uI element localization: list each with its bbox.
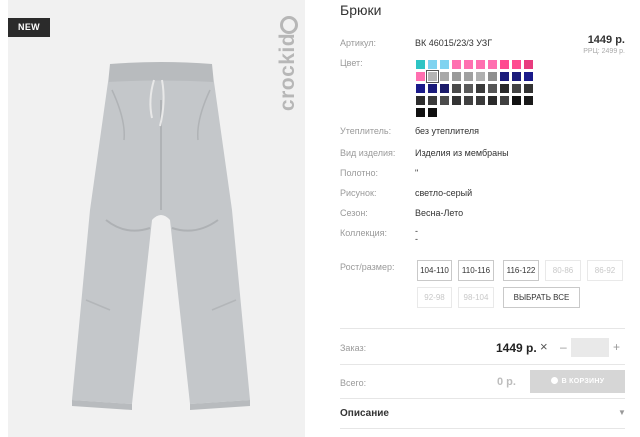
rrp-price: РРЦ: 2499 р. xyxy=(583,48,625,55)
color-swatch[interactable] xyxy=(512,72,521,81)
color-swatch[interactable] xyxy=(512,96,521,105)
article-value: ВК 46015/23/3 УЗГ xyxy=(415,38,493,48)
color-swatch[interactable] xyxy=(488,96,497,105)
total-value: 0 р. xyxy=(497,376,516,388)
color-swatch[interactable] xyxy=(464,96,473,105)
color-swatch[interactable] xyxy=(476,84,485,93)
product-photo[interactable]: NEW crockid xyxy=(8,0,305,437)
order-label: Заказ: xyxy=(340,343,367,353)
color-swatch[interactable] xyxy=(416,60,425,69)
size-option-80-86[interactable]: 80-86 xyxy=(545,260,581,281)
color-swatch[interactable] xyxy=(476,72,485,81)
color-swatch[interactable] xyxy=(464,84,473,93)
size-option-104-110[interactable]: 104-110 xyxy=(417,260,452,281)
color-swatch[interactable] xyxy=(488,72,497,81)
times-icon: × xyxy=(540,339,548,354)
collection-value-2: - xyxy=(415,234,418,244)
quantity-input[interactable] xyxy=(571,338,609,357)
fabric-value: " xyxy=(415,168,419,178)
color-swatch[interactable] xyxy=(426,70,439,83)
type-value: Изделия из мембраны xyxy=(415,148,509,158)
order-price: 1449 р. xyxy=(496,341,537,355)
insulation-value: без утеплителя xyxy=(415,126,480,136)
color-swatch[interactable] xyxy=(440,60,449,69)
color-swatch[interactable] xyxy=(452,72,461,81)
color-swatch[interactable] xyxy=(524,72,533,81)
size-option-86-92[interactable]: 86-92 xyxy=(587,260,623,281)
color-swatch[interactable] xyxy=(524,84,533,93)
color-swatch[interactable] xyxy=(464,60,473,69)
size-option-110-116[interactable]: 110-116 xyxy=(458,260,494,281)
chevron-down-icon[interactable]: ▼ xyxy=(618,408,626,417)
color-swatch[interactable] xyxy=(512,60,521,69)
size-option-98-104[interactable]: 98-104 xyxy=(458,287,494,308)
plus-icon[interactable]: + xyxy=(613,340,620,354)
color-swatch[interactable] xyxy=(524,60,533,69)
color-swatch[interactable] xyxy=(416,84,425,93)
select-all-sizes-button[interactable]: ВЫБРАТЬ ВСЕ xyxy=(503,287,580,308)
color-swatch[interactable] xyxy=(500,84,509,93)
description-toggle[interactable]: Описание xyxy=(340,408,389,419)
color-swatch[interactable] xyxy=(488,60,497,69)
color-swatch[interactable] xyxy=(428,84,437,93)
collection-label: Коллекция: xyxy=(340,228,388,238)
color-swatch[interactable] xyxy=(464,72,473,81)
total-label: Всего: xyxy=(340,378,367,388)
color-swatch[interactable] xyxy=(440,96,449,105)
cart-icon xyxy=(550,377,558,384)
color-swatch[interactable] xyxy=(476,96,485,105)
color-swatch[interactable] xyxy=(452,96,461,105)
new-badge: NEW xyxy=(8,18,50,37)
fabric-label: Полотно: xyxy=(340,168,379,178)
product-info: Брюки Артикул: ВК 46015/23/3 УЗГ 1449 р.… xyxy=(340,0,640,437)
color-swatch[interactable] xyxy=(500,60,509,69)
color-swatch[interactable] xyxy=(428,108,437,117)
color-swatch[interactable] xyxy=(416,96,425,105)
color-swatch[interactable] xyxy=(428,96,437,105)
add-to-cart-button[interactable]: В КОРЗИНУ xyxy=(530,370,625,393)
add-to-cart-label: В КОРЗИНУ xyxy=(561,378,605,385)
color-swatch[interactable] xyxy=(440,72,449,81)
color-swatch[interactable] xyxy=(416,72,425,81)
product-title: Брюки xyxy=(340,2,382,18)
color-swatch[interactable] xyxy=(488,84,497,93)
color-swatch[interactable] xyxy=(500,72,509,81)
color-swatch[interactable] xyxy=(416,108,425,117)
season-value: Весна-Лето xyxy=(415,208,464,218)
color-swatches xyxy=(416,60,536,117)
divider xyxy=(340,328,625,329)
size-label: Рост/размер: xyxy=(340,262,395,272)
pattern-value: светло-серый xyxy=(415,188,473,198)
divider xyxy=(340,428,625,429)
pants-image xyxy=(72,62,250,410)
color-swatch[interactable] xyxy=(476,60,485,69)
article-label: Артикул: xyxy=(340,38,377,48)
insulation-label: Утеплитель: xyxy=(340,126,392,136)
color-swatch[interactable] xyxy=(452,60,461,69)
product-price: 1449 р. xyxy=(587,34,625,46)
size-option-92-98[interactable]: 92-98 xyxy=(417,287,452,308)
minus-icon[interactable]: – xyxy=(560,340,567,354)
pattern-label: Рисунок: xyxy=(340,188,377,198)
color-swatch[interactable] xyxy=(512,84,521,93)
brand-logo: crockid xyxy=(268,14,305,126)
brand-logo-text: crockid xyxy=(276,32,299,112)
color-swatch[interactable] xyxy=(452,84,461,93)
color-swatch[interactable] xyxy=(440,84,449,93)
color-swatch[interactable] xyxy=(428,60,437,69)
color-swatch[interactable] xyxy=(500,96,509,105)
divider xyxy=(340,398,625,399)
size-option-116-122[interactable]: 116-122 xyxy=(503,260,539,281)
season-label: Сезон: xyxy=(340,208,368,218)
color-swatch[interactable] xyxy=(524,96,533,105)
divider xyxy=(340,364,625,365)
color-label: Цвет: xyxy=(340,58,363,68)
type-label: Вид изделия: xyxy=(340,148,396,158)
